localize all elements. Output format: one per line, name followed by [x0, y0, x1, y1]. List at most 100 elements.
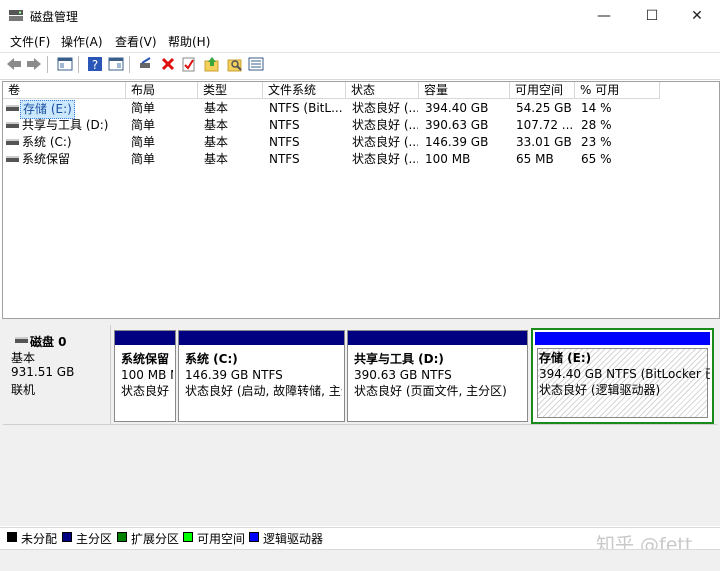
partition-color-bar — [348, 331, 527, 345]
maximize-button[interactable]: ☐ — [629, 0, 675, 31]
toolbar-separator — [129, 56, 130, 73]
partition-title: 系统保留 — [121, 352, 170, 366]
back-icon[interactable] — [5, 55, 23, 73]
volume-status: 状态良好 (... — [352, 152, 418, 166]
connect-icon[interactable] — [137, 55, 155, 73]
disk-management-app-icon — [8, 8, 24, 22]
properties-icon[interactable] — [107, 55, 125, 73]
legend-label-primary: 主分区 — [76, 532, 113, 546]
menu-view[interactable]: 查看(V) — [115, 33, 157, 50]
partition-system-reserved[interactable]: 系统保留 100 MB NTFS 状态良好 (系统, 活动, 主分区) — [114, 330, 176, 422]
maximize-icon: ☐ — [645, 7, 659, 24]
volume-name[interactable]: 系统保留 — [22, 151, 70, 168]
menu-action[interactable]: 操作(A) — [61, 33, 103, 50]
volume-layout: 简单 — [131, 135, 156, 149]
minimize-icon: — — [597, 7, 611, 24]
volume-status: 状态良好 (... — [352, 101, 418, 115]
volume-capacity: 394.40 GB — [425, 101, 489, 115]
partition-color-bar — [535, 332, 710, 345]
disk-name: 磁盘 0 — [30, 335, 67, 349]
column-header-volume[interactable]: 卷 — [3, 82, 126, 99]
volume-layout: 简单 — [131, 118, 156, 132]
status-bar — [0, 549, 720, 571]
legend-label-unallocated: 未分配 — [21, 532, 58, 546]
close-icon: ✕ — [691, 7, 703, 24]
volume-free-space: 33.01 GB — [516, 135, 572, 149]
partition-status: 状态良好 (逻辑驱动器) — [539, 383, 661, 397]
partition-storage-e[interactable]: 存储 (E:) 394.40 GB NTFS (BitLocker 已加密) 状… — [531, 328, 714, 424]
volume-capacity: 390.63 GB — [425, 118, 489, 132]
legend-swatch-logical — [249, 532, 259, 542]
partition-system-c[interactable]: 系统 (C:) 146.39 GB NTFS 状态良好 (启动, 故障转储, 主… — [178, 330, 345, 422]
column-header-filesystem[interactable]: 文件系统 — [263, 82, 346, 99]
legend-label-extended: 扩展分区 — [131, 532, 180, 546]
forward-icon[interactable] — [25, 55, 43, 73]
toolbar-separator — [78, 56, 79, 73]
delete-icon[interactable] — [159, 55, 177, 73]
window-title: 磁盘管理 — [30, 10, 79, 24]
disk-type: 基本 — [11, 351, 36, 365]
volume-percent-free: 65 % — [581, 152, 612, 166]
volume-capacity: 146.39 GB — [425, 135, 489, 149]
partition-status: 状态良好 (启动, 故障转储, 主分区) — [185, 384, 342, 398]
partition-color-bar — [115, 331, 175, 345]
volume-percent-free: 14 % — [581, 101, 612, 115]
column-header-status[interactable]: 状态 — [346, 82, 419, 99]
partition-size: 146.39 GB NTFS — [185, 368, 283, 382]
menu-bar — [0, 31, 720, 51]
volume-filesystem: NTFS — [269, 152, 300, 166]
volume-type: 基本 — [204, 152, 229, 166]
volume-free-space: 65 MB — [516, 152, 554, 166]
volume-layout: 简单 — [131, 101, 156, 115]
volume-icon — [6, 139, 19, 145]
column-header-type[interactable]: 类型 — [198, 82, 263, 99]
volume-filesystem: NTFS — [269, 135, 300, 149]
partition-status: 状态良好 (页面文件, 主分区) — [354, 384, 507, 398]
legend-swatch-unallocated — [7, 532, 17, 542]
menu-help[interactable]: 帮助(H) — [168, 33, 210, 50]
volume-status: 状态良好 (... — [352, 135, 418, 149]
volume-capacity: 100 MB — [425, 152, 471, 166]
disk-icon — [15, 337, 28, 343]
volume-percent-free: 28 % — [581, 118, 612, 132]
list-view-icon[interactable] — [247, 55, 265, 73]
legend-swatch-primary — [62, 532, 72, 542]
volume-name[interactable]: 系统 (C:) — [22, 134, 72, 151]
help-icon[interactable]: ? — [86, 55, 104, 73]
console-tree-icon[interactable] — [56, 55, 74, 73]
partition-size: 100 MB NTFS — [121, 368, 173, 382]
volume-icon — [6, 156, 19, 162]
volume-name[interactable]: 共享与工具 (D:) — [22, 117, 108, 134]
volume-filesystem: NTFS — [269, 118, 300, 132]
partition-size: 390.63 GB NTFS — [354, 368, 452, 382]
volume-type: 基本 — [204, 101, 229, 115]
disk-state: 联机 — [11, 383, 36, 397]
volume-icon — [6, 122, 19, 128]
volume-percent-free: 23 % — [581, 135, 612, 149]
partition-title: 系统 (C:) — [185, 352, 238, 366]
check-icon[interactable] — [180, 55, 198, 73]
legend-label-free-space: 可用空间 — [197, 532, 246, 546]
partition-shared-tools-d[interactable]: 共享与工具 (D:) 390.63 GB NTFS 状态良好 (页面文件, 主分… — [347, 330, 528, 422]
disk-row-divider — [3, 424, 717, 425]
legend-swatch-free-space — [183, 532, 193, 542]
partition-title: 存储 (E:) — [539, 351, 592, 365]
partition-status: 状态良好 (系统, 活动, 主分区) — [121, 384, 173, 398]
toolbar-separator — [47, 56, 48, 73]
column-header-layout[interactable]: 布局 — [126, 82, 198, 99]
column-header-capacity[interactable]: 容量 — [419, 82, 510, 99]
volume-free-space: 107.72 ... — [516, 118, 574, 132]
column-header-percent-free[interactable]: % 可用 — [575, 82, 660, 99]
column-header-free-space[interactable]: 可用空间 — [510, 82, 575, 99]
partition-color-bar — [179, 331, 344, 345]
svg-text:?: ? — [92, 58, 98, 72]
volume-status: 状态良好 (... — [352, 118, 418, 132]
close-button[interactable]: ✕ — [674, 0, 720, 31]
search-folder-icon[interactable] — [226, 55, 244, 73]
menu-file[interactable]: 文件(F) — [10, 33, 50, 50]
partition-title: 共享与工具 (D:) — [354, 352, 444, 366]
up-folder-icon[interactable] — [203, 55, 221, 73]
legend-swatch-extended — [117, 532, 127, 542]
minimize-button[interactable]: — — [581, 0, 627, 31]
volume-filesystem: NTFS (BitL... — [269, 101, 343, 115]
